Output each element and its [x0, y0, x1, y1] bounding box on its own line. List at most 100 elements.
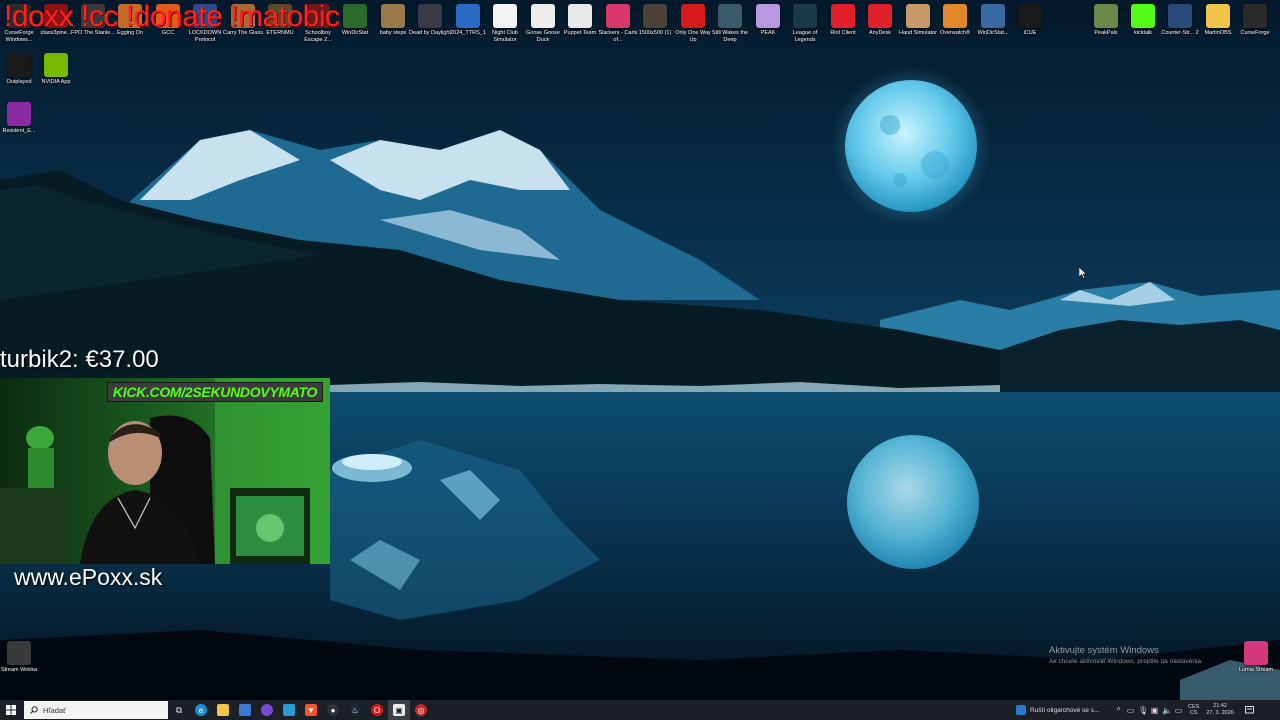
desktop-icon-1[interactable]: idass3pine... — [38, 4, 74, 52]
desktop-icon-15[interactable]: Puppet Team — [562, 4, 598, 52]
news-widget[interactable]: Ruští oligarchové se s... — [1016, 700, 1099, 720]
desktop-icon-right-1[interactable]: kicktalk — [1125, 4, 1161, 52]
task-view-button[interactable]: ⧉ — [168, 700, 190, 720]
taskbar-app-3[interactable]: ▣ — [388, 700, 410, 720]
desktop-icon-21[interactable]: League of Legends — [787, 4, 823, 52]
taskbar-app-4[interactable]: ◎ — [410, 700, 432, 720]
desktop-icon-right-3[interactable]: MartinOBS — [1200, 4, 1236, 52]
desktop-icon-3[interactable]: Egging On — [112, 4, 148, 52]
taskbar-edge[interactable]: e — [190, 700, 212, 720]
game-icon — [906, 4, 930, 28]
desktop-icon-5[interactable]: LOCKDOWN Protocol — [187, 4, 223, 52]
news-headline: Ruští oligarchové se s... — [1030, 706, 1100, 714]
desktop-icon-13[interactable]: Night Club Simulator — [487, 4, 523, 52]
microphone-icon[interactable]: 🎙 — [1138, 706, 1148, 715]
desktop-icon-bottom-1[interactable]: Lumia Stream — [1238, 641, 1274, 689]
desktop-icon-14[interactable]: Goose Goose Duck — [525, 4, 561, 52]
chevron-up-icon[interactable]: ^ — [1114, 706, 1123, 715]
app-icon — [261, 704, 273, 716]
taskbar-search-box[interactable]: Hľadať — [24, 701, 168, 719]
desktop-icon-7[interactable]: ETERNMU — [262, 4, 298, 52]
battery-icon[interactable]: ▭ — [1174, 706, 1183, 715]
desktop-wallpaper — [0, 0, 1280, 700]
taskbar-obs[interactable]: ● — [322, 700, 344, 720]
riot-icon — [831, 4, 855, 28]
desktop-icon-22[interactable]: Riot Client — [825, 4, 861, 52]
file-icon[interactable]: ▭ — [1126, 706, 1135, 715]
taskbar-steam[interactable]: ♨ — [344, 700, 366, 720]
language-indicator[interactable]: CES CS — [1188, 704, 1199, 716]
taskbar-explorer[interactable] — [212, 700, 234, 720]
game-icon — [606, 4, 630, 28]
desktop-icon-23[interactable]: AnyDesk — [862, 4, 898, 52]
desktop-icon-label: CurseForge — [1240, 30, 1270, 36]
file-icon — [456, 4, 480, 28]
search-placeholder: Hľadať — [43, 705, 66, 715]
desktop-icon-20[interactable]: PEAK — [750, 4, 786, 52]
desktop-icon-right-0[interactable]: PeakPals — [1088, 4, 1124, 52]
desktop-icon-16[interactable]: Slackers - Carts of... — [598, 4, 638, 52]
game-icon — [568, 4, 592, 28]
windows-activation-watermark: Aktivujte systém Windows Ak chcete aktiv… — [1049, 645, 1203, 665]
desktop-icon-right-2[interactable]: Counter-Str... 2 — [1161, 4, 1199, 52]
taskbar-app-2[interactable] — [278, 700, 300, 720]
desktop-icon-18[interactable]: Only One Way Up — [675, 4, 711, 52]
news-icon — [1016, 705, 1026, 715]
taskbar-opera[interactable]: O — [366, 700, 388, 720]
taskbar-brave[interactable]: ▼ — [300, 700, 322, 720]
desktop-icon-label: Resident_E... — [2, 128, 36, 134]
app-icon — [283, 704, 295, 716]
desktop-icon-8[interactable]: Schoolboy Escape 2... — [300, 4, 336, 52]
desktop-icon-left-1[interactable]: NVIDIA App — [38, 53, 74, 101]
windirstat-icon — [981, 4, 1005, 28]
desktop-icon-24[interactable]: Hand Simulator — [899, 4, 937, 52]
start-button[interactable] — [0, 700, 22, 720]
desktop-icon-0[interactable]: CurseForge Windows... — [1, 4, 37, 52]
file-icon — [7, 641, 31, 665]
outplayed-icon — [7, 53, 31, 77]
activation-subtitle: Ak chcete aktivovať Windows, prejdite na… — [1049, 658, 1203, 665]
steam-icon: ♨ — [349, 704, 361, 716]
desktop-icon-27[interactable]: iCUE — [1012, 4, 1048, 52]
game-icon — [531, 4, 555, 28]
kick-icon — [1131, 4, 1155, 28]
desktop-icon-19[interactable]: Still Wakes the Deep — [712, 4, 748, 52]
icue-icon — [1018, 4, 1042, 28]
desktop-icon-bottom-0[interactable]: Stream Webka — [1, 641, 37, 689]
network-icon[interactable]: ▣ — [1150, 706, 1159, 715]
desktop-icon-right-4[interactable]: CurseForge — [1237, 4, 1273, 52]
archive-icon — [7, 102, 31, 126]
taskbar-store[interactable] — [234, 700, 256, 720]
windows-logo-icon — [6, 705, 16, 715]
desktop-icon-left-0[interactable]: Outplayed — [1, 53, 37, 101]
app-icon: ◎ — [415, 704, 427, 716]
overwatch-icon — [943, 4, 967, 28]
kick-channel-label: KICK.COM/2SEKUNDOVYMATO — [107, 382, 323, 402]
desktop-icon-label: Stream Webka — [0, 667, 38, 673]
clock-time: 21:42 — [1213, 703, 1227, 709]
desktop-icon-left-2[interactable]: Resident_E... — [1, 102, 37, 150]
desktop-icon-6[interactable]: Carry The Glass — [223, 4, 263, 52]
curseforge-icon — [7, 4, 31, 28]
desktop-icon-17[interactable]: 1500x500 (1) — [637, 4, 673, 52]
webcam-feed — [0, 378, 330, 564]
windirstat-icon — [343, 4, 367, 28]
volume-icon[interactable]: 🔈 — [1162, 706, 1172, 715]
notification-icon[interactable] — [1243, 704, 1257, 716]
desktop-icon-26[interactable]: WinDirStat... — [975, 4, 1011, 52]
activation-title: Aktivujte systém Windows — [1049, 645, 1159, 656]
desktop-icon-2[interactable]: FPO The Stanle... — [71, 4, 115, 52]
obs-icon: ● — [327, 704, 339, 716]
desktop-icon-4[interactable]: GCC — [150, 4, 186, 52]
gcc-icon — [156, 4, 180, 28]
desktop-icon-9[interactable]: WinDirStat — [337, 4, 373, 52]
desktop-icon-12[interactable]: 2024_TTRS_1 — [450, 4, 486, 52]
brave-icon: ▼ — [305, 704, 317, 716]
taskbar-app-1[interactable] — [256, 700, 278, 720]
curseforge-icon — [1243, 4, 1267, 28]
clock[interactable]: 21:42 27. 3. 2026 — [1206, 703, 1234, 717]
desktop-icon-25[interactable]: Overwatch® — [937, 4, 973, 52]
desktop-icon-11[interactable]: Dead by Daylight — [409, 4, 451, 52]
desktop-icon-10[interactable]: baby steps — [375, 4, 411, 52]
game-icon — [118, 4, 142, 28]
